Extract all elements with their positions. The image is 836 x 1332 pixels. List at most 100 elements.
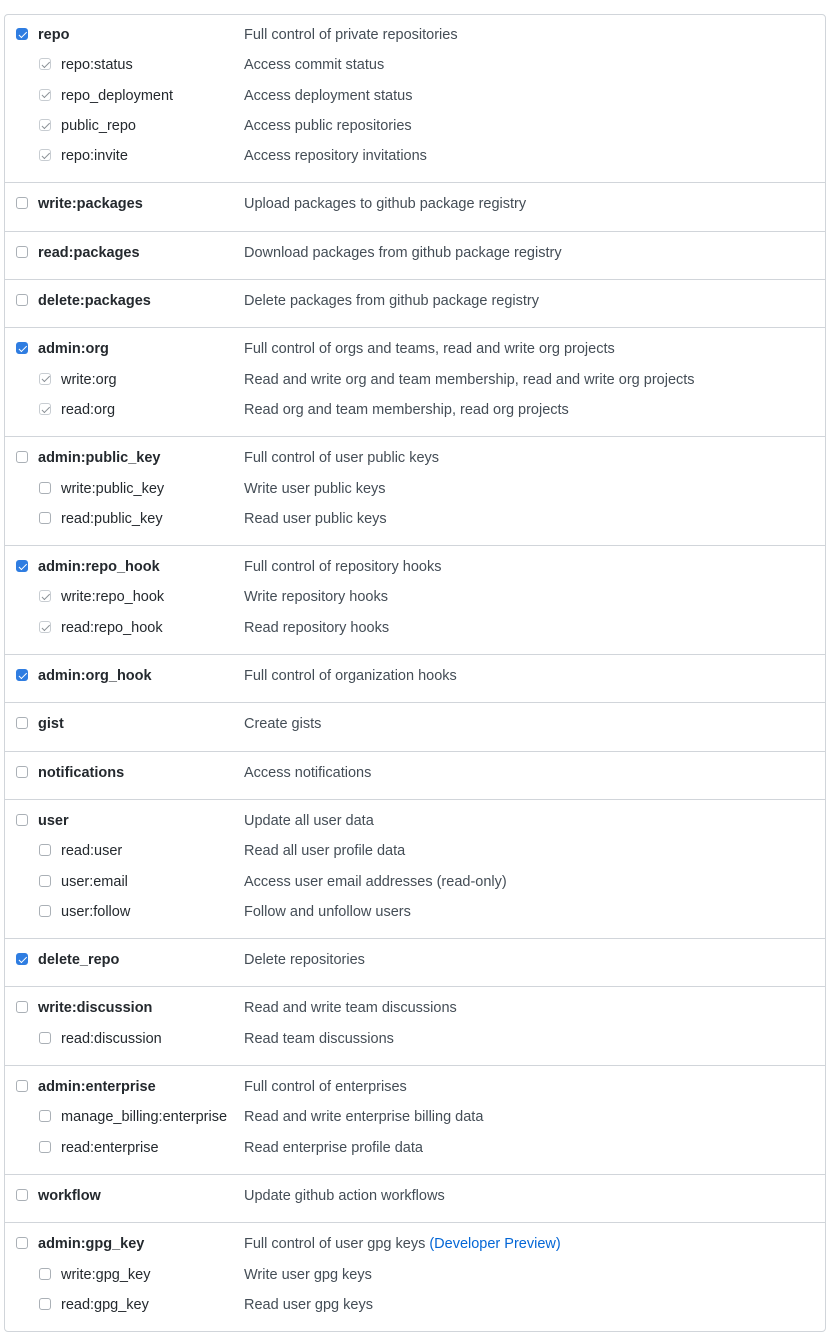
scope-description: Read user gpg keys [244, 1296, 373, 1314]
scope-name: write:discussion [38, 1000, 153, 1017]
scope-group: notifications Access notifications [5, 750, 825, 799]
scope-description: Create gists [244, 715, 321, 733]
scope-name: read:org [61, 401, 116, 418]
scope-checkbox[interactable] [39, 844, 51, 857]
scope-checkbox[interactable] [16, 1188, 28, 1201]
scope-checkbox[interactable] [39, 511, 51, 524]
scope-name: repo_deployment [61, 87, 174, 104]
scope-name: write:packages [38, 196, 143, 213]
scope-row: admin:org Full control of orgs and teams,… [5, 340, 825, 370]
scope-description: Full control of user public keys [244, 449, 439, 467]
scope-description: Write repository hooks [244, 588, 388, 606]
scope-checkbox[interactable] [16, 813, 28, 826]
scope-checkbox[interactable] [39, 58, 51, 71]
scope-description: Access commit status [244, 56, 384, 74]
scope-checkbox[interactable] [39, 874, 51, 887]
scope-checkbox[interactable] [39, 118, 51, 131]
scope-description: Update github action workflows [244, 1187, 445, 1205]
scope-name: admin:public_key [38, 450, 161, 467]
scope-group: admin:public_key Full control of user pub… [5, 436, 825, 545]
scope-checkbox[interactable] [16, 1080, 28, 1093]
scope-name: admin:org [38, 341, 109, 358]
scope-name: public_repo [61, 117, 136, 134]
scope-row: read:repo_hook Read repository hooks [5, 619, 825, 649]
scope-description-text: Read enterprise profile data [244, 1139, 423, 1156]
scope-checkbox[interactable] [39, 1267, 51, 1280]
scope-row: repo:invite Access repository invitations [5, 147, 825, 177]
scope-description-text: Read all user profile data [244, 843, 406, 860]
scope-description: Read user public keys [244, 510, 387, 528]
scope-checkbox[interactable] [16, 245, 28, 258]
scope-description: Upload packages to github package regist… [244, 195, 526, 213]
scope-checkbox[interactable] [16, 451, 28, 464]
scope-checkbox[interactable] [39, 1297, 51, 1310]
scope-description: Full control of private repositories [244, 26, 458, 44]
scope-checkbox[interactable] [39, 402, 51, 415]
scope-description: Read repository hooks [244, 619, 389, 637]
scope-checkbox[interactable] [39, 372, 51, 385]
scope-checkbox[interactable] [39, 481, 51, 494]
scope-checkbox[interactable] [16, 294, 28, 307]
scope-name: write:org [61, 371, 117, 388]
scope-description-text: Update all user data [244, 812, 374, 829]
scope-description: Download packages from github package re… [244, 244, 562, 262]
scope-row: write:packages Upload packages to github … [5, 195, 825, 225]
scope-group: write:discussion Read and write team disc… [5, 986, 825, 1065]
scope-checkbox[interactable] [16, 717, 28, 730]
scope-checkbox[interactable] [39, 88, 51, 101]
scope-description-text: Create gists [244, 716, 322, 733]
scope-name: repo:status [61, 57, 133, 74]
scope-row: admin:enterprise Full control of enterpri… [5, 1078, 825, 1108]
scope-description-text: Full control of private repositories [244, 27, 458, 43]
scope-description-text: Read user public keys [244, 510, 387, 527]
scope-checkbox[interactable] [39, 149, 51, 162]
scope-checkbox[interactable] [39, 1031, 51, 1044]
scope-description: Read and write team discussions [244, 999, 457, 1017]
scope-checkbox[interactable] [39, 904, 51, 917]
scope-description: Access deployment status [244, 87, 412, 105]
scope-description-text: Delete packages from github package regi… [244, 293, 539, 310]
scope-description: Update all user data [244, 812, 374, 830]
scope-description: Full control of repository hooks [244, 558, 441, 576]
scope-name: write:gpg_key [61, 1266, 151, 1283]
scope-row: notifications Access notifications [5, 764, 825, 794]
scope-checkbox[interactable] [16, 669, 28, 682]
scope-name: notifications [38, 764, 125, 781]
scope-row: write:repo_hook Write repository hooks [5, 588, 825, 618]
scope-description-text: Access commit status [244, 57, 385, 74]
scope-description-text: Access repository invitations [244, 148, 427, 165]
scope-group: workflow Update github action workflows [5, 1173, 825, 1222]
scope-name: admin:enterprise [38, 1079, 156, 1096]
scope-group: delete:packages Delete packages from gith… [5, 279, 825, 327]
scope-description-text: Upload packages to github package regist… [244, 196, 527, 213]
scope-name: user:follow [61, 903, 131, 920]
scope-name: write:public_key [61, 480, 165, 497]
scope-group: admin:org_hook Full control of organizati… [5, 654, 825, 702]
scope-group: admin:repo_hook Full control of repositor… [5, 545, 825, 654]
scope-checkbox[interactable] [16, 765, 28, 778]
scope-checkbox[interactable] [16, 197, 28, 210]
scope-checkbox[interactable] [16, 1237, 28, 1250]
scope-description: Full control of orgs and teams, read and… [244, 340, 615, 358]
scope-checkbox[interactable] [16, 28, 28, 40]
scope-checkbox[interactable] [39, 1110, 51, 1123]
scope-checkbox[interactable] [39, 620, 51, 633]
scope-description: Full control of organization hooks [244, 667, 457, 685]
scope-checkbox[interactable] [16, 560, 28, 573]
scope-checkbox[interactable] [16, 342, 28, 355]
scope-description: Access notifications [244, 764, 371, 782]
scope-checkbox[interactable] [39, 1140, 51, 1153]
scope-group: admin:enterprise Full control of enterpri… [5, 1065, 825, 1174]
scope-checkbox[interactable] [16, 1001, 28, 1014]
scope-row: user Update all user data [5, 812, 825, 842]
scope-description: Access user email addresses (read-only) [244, 873, 507, 891]
scope-description-text: Access notifications [244, 764, 372, 781]
scope-name: delete:packages [38, 293, 151, 310]
scope-description: Access public repositories [244, 117, 412, 135]
scope-checkbox[interactable] [39, 590, 51, 603]
scope-description-text: Full control of user public keys [244, 450, 440, 467]
developer-preview-link[interactable]: (Developer Preview) [429, 1236, 560, 1252]
scope-row: read:org Read org and team membership, re… [5, 401, 825, 431]
scope-checkbox[interactable] [16, 953, 28, 966]
scope-row: read:discussion Read team discussions [5, 1030, 825, 1060]
